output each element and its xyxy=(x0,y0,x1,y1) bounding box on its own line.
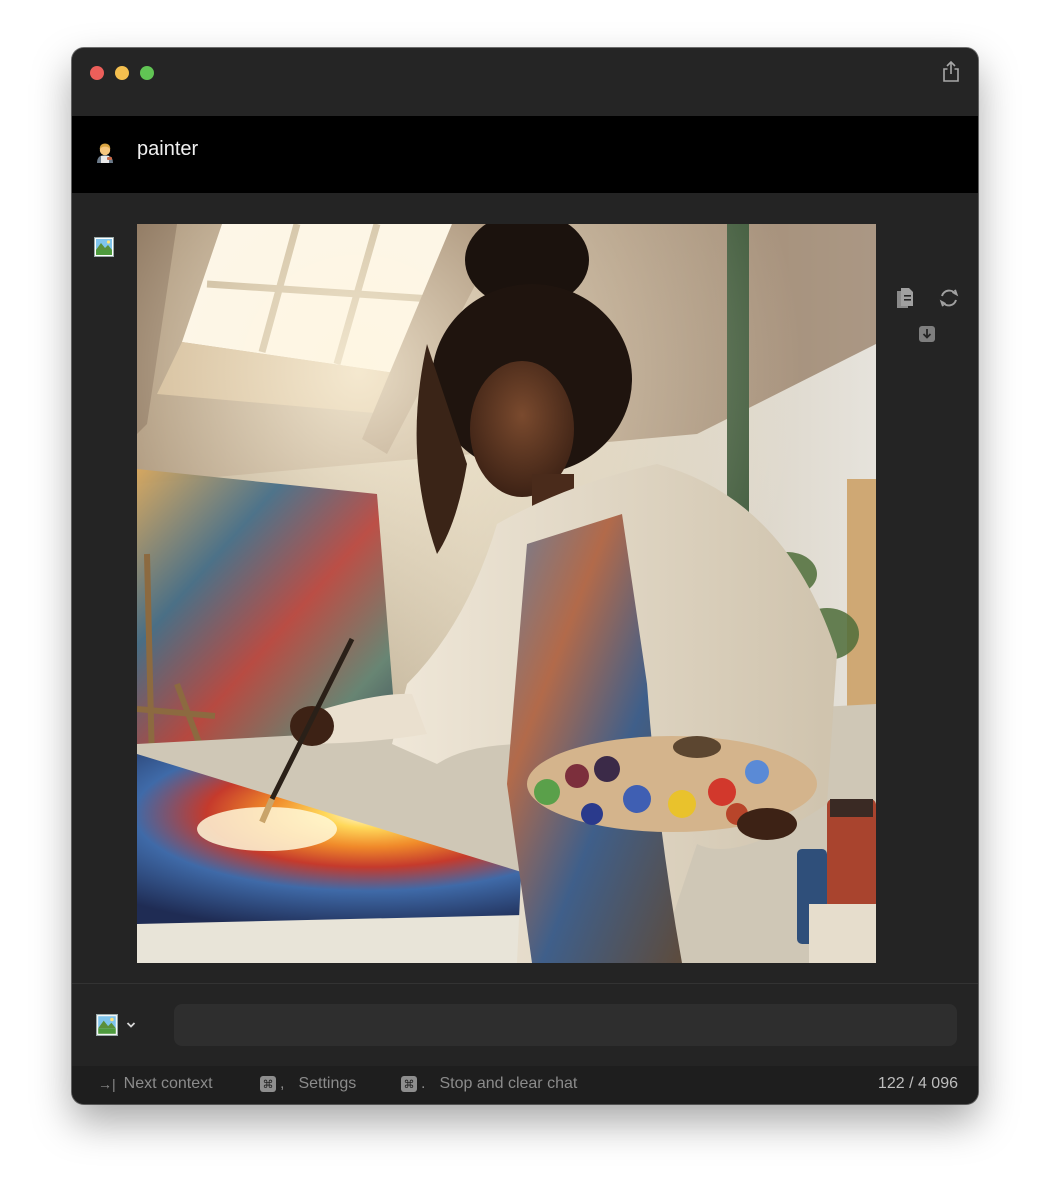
settings-hint[interactable]: ⌘ , Settings xyxy=(260,1075,356,1093)
download-button[interactable] xyxy=(918,325,936,343)
image-generation-icon xyxy=(96,1014,118,1036)
minimize-button[interactable] xyxy=(115,66,129,80)
command-key-icon: ⌘ xyxy=(260,1076,276,1092)
chevron-down-icon xyxy=(126,1022,136,1028)
image-generation-icon xyxy=(94,237,114,257)
zoom-button[interactable] xyxy=(140,66,154,80)
chat-header: painter xyxy=(72,116,978,193)
generated-painting-image xyxy=(137,224,876,963)
chat-input[interactable] xyxy=(174,1004,957,1046)
chat-title: painter xyxy=(137,138,199,160)
tab-key-icon: →| xyxy=(98,1076,116,1092)
close-button[interactable] xyxy=(90,66,104,80)
copy-button[interactable] xyxy=(894,285,916,309)
painter-emoji-icon xyxy=(97,143,113,163)
title-bar xyxy=(72,48,978,116)
message-area xyxy=(72,193,978,983)
stop-clear-label: Stop and clear chat xyxy=(439,1075,578,1092)
copy-icon xyxy=(897,288,913,308)
settings-shortcut-punct: , xyxy=(280,1075,285,1092)
next-context-hint[interactable]: →| Next context xyxy=(98,1075,213,1093)
stop-clear-hint[interactable]: ⌘ . Stop and clear chat xyxy=(401,1075,577,1093)
share-icon xyxy=(943,60,959,82)
model-picker[interactable] xyxy=(96,1014,140,1038)
composer xyxy=(72,984,978,1066)
share-button[interactable] xyxy=(940,60,962,84)
command-key-icon: ⌘ xyxy=(401,1076,417,1092)
regenerate-icon xyxy=(939,289,959,307)
token-count: 122 / 4 096 xyxy=(877,1075,958,1092)
regenerate-button[interactable] xyxy=(938,287,960,309)
next-context-label: Next context xyxy=(123,1075,213,1092)
settings-label: Settings xyxy=(298,1075,357,1092)
download-icon xyxy=(919,326,935,342)
stop-shortcut-punct: . xyxy=(421,1075,426,1092)
status-bar: →| Next context ⌘ , Settings ⌘ . Stop an… xyxy=(72,1066,978,1104)
app-window: painter →| Next context ⌘ , Settings ⌘ .… xyxy=(72,48,978,1104)
